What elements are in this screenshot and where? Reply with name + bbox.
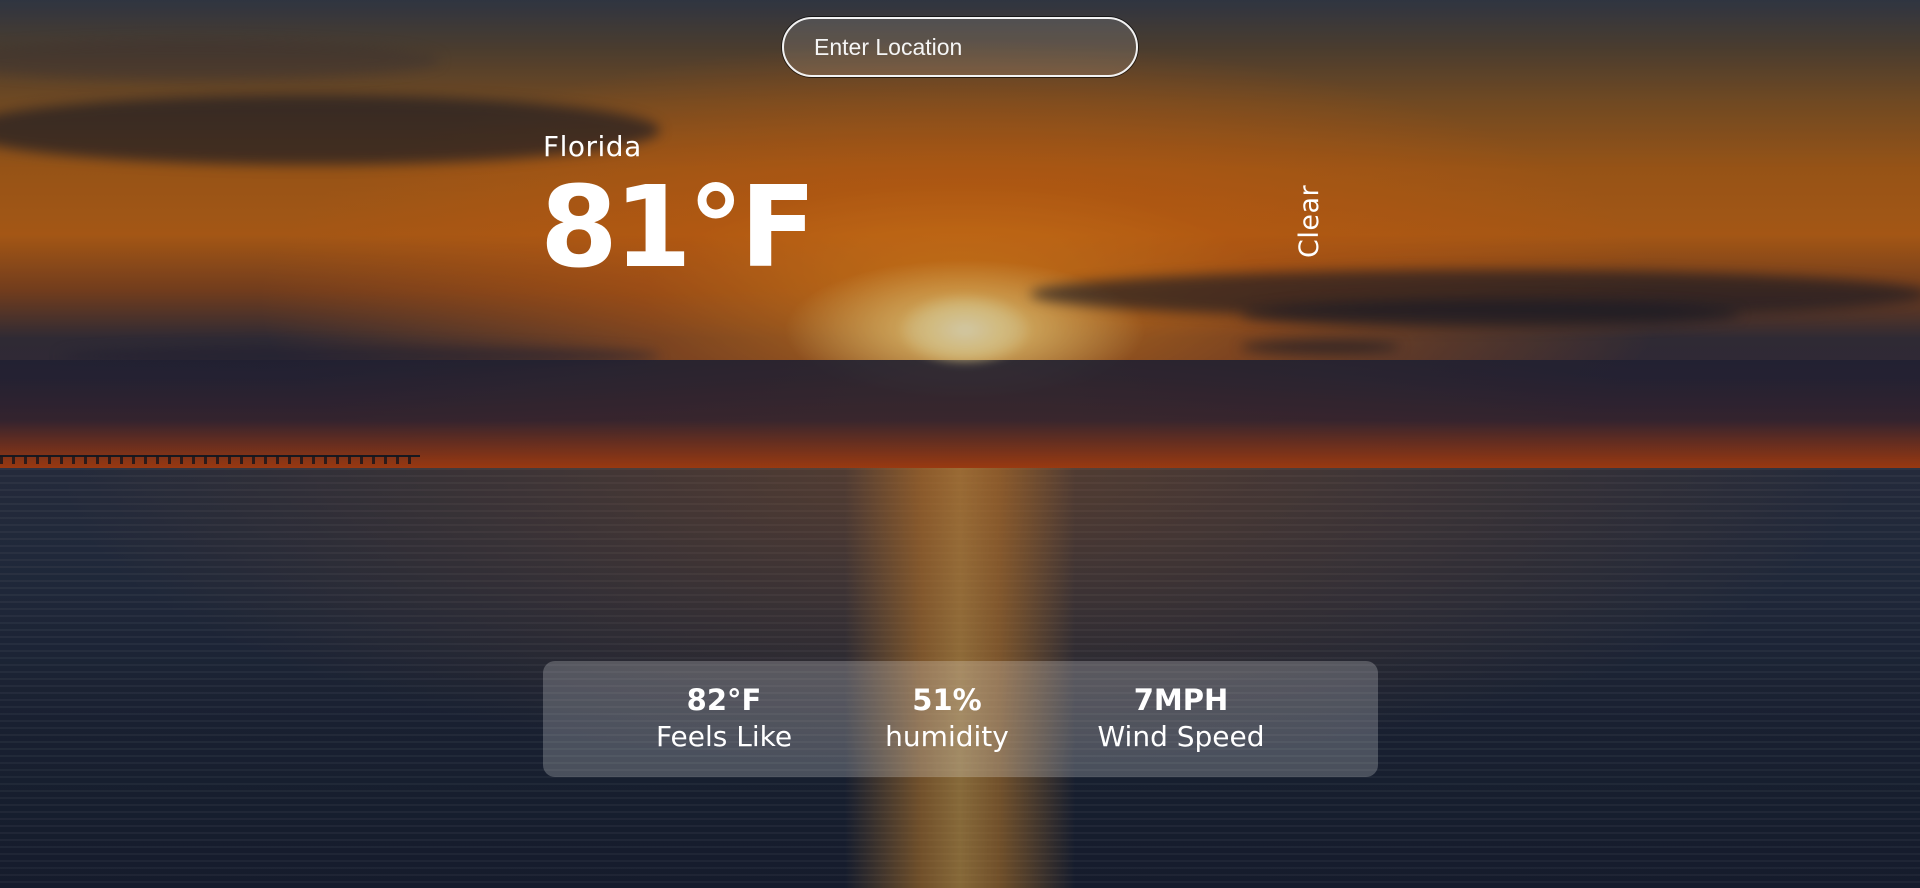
wind-speed-stat: 7MPH Wind Speed (1097, 683, 1264, 756)
humidity-value: 51% (912, 683, 982, 717)
humidity-stat: 51% humidity (885, 683, 1009, 756)
weather-condition: Clear (1294, 184, 1325, 258)
humidity-label: humidity (885, 719, 1009, 753)
wind-speed-value: 7MPH (1133, 683, 1229, 717)
location-name: Florida (543, 130, 642, 163)
current-temperature: 81°F (540, 163, 816, 293)
feels-like-label: Feels Like (655, 719, 793, 753)
wind-speed-label: Wind Speed (1097, 719, 1265, 753)
location-search-input[interactable] (782, 17, 1138, 77)
feels-like-value: 82°F (686, 683, 762, 717)
feels-like-stat: 82°F Feels Like (656, 683, 792, 756)
weather-details-panel: 82°F Feels Like 51% humidity 7MPH Wind S… (543, 661, 1378, 777)
